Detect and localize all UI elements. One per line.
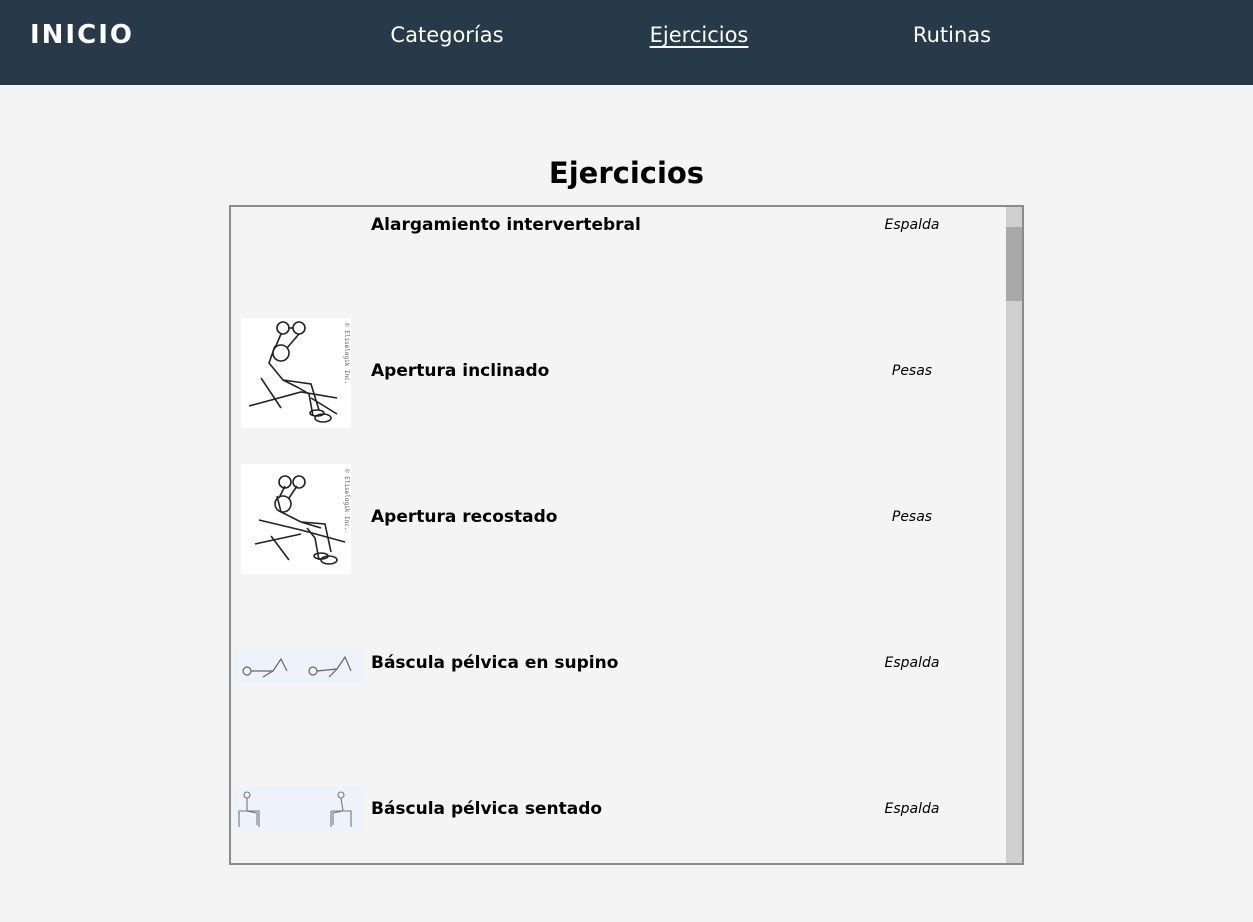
- exercise-name[interactable]: Báscula pélvica en supino: [371, 653, 618, 673]
- exercise-row[interactable]: © Eliselogik Inc. Apertura recostado Pes…: [231, 463, 1007, 609]
- exercise-category: Espalda: [884, 217, 940, 233]
- supine-pelvic-tilt-illustration: [242, 655, 352, 678]
- scrollbar-thumb[interactable]: [1006, 227, 1022, 301]
- vertical-scrollbar[interactable]: [1006, 207, 1022, 863]
- exercise-row[interactable]: © Eliselogik Inc. Apertura inclinado Pes…: [231, 317, 1007, 463]
- home-link[interactable]: INICIO: [30, 20, 134, 50]
- exercise-name[interactable]: Apertura inclinado: [371, 361, 549, 381]
- top-navbar: INICIO Categorías Ejercicios Rutinas: [0, 0, 1253, 85]
- exercise-row[interactable]: Báscula pélvica en supino Espalda: [231, 609, 1007, 755]
- exercise-category: Pesas: [891, 509, 933, 525]
- dumbbell-bench-illustration: © Eliselogik Inc.: [254, 469, 350, 565]
- dumbbell-incline-illustration: © Eliselogik Inc.: [248, 321, 350, 423]
- exercise-category: Espalda: [884, 801, 940, 817]
- exercise-name[interactable]: Apertura recostado: [371, 507, 557, 527]
- exercise-image: [233, 647, 361, 683]
- seated-pelvic-tilt-illustration: [238, 791, 352, 827]
- exercise-name[interactable]: Alargamiento intervertebral: [371, 215, 641, 235]
- nav-link-categorias[interactable]: Categorías: [357, 23, 537, 47]
- nav-link-ejercicios[interactable]: Ejercicios: [609, 23, 789, 47]
- exercise-image: [233, 787, 361, 831]
- exercise-list[interactable]: Alargamiento intervertebral Espalda © El…: [229, 205, 1024, 865]
- svg-text:© Eliselogik Inc.: © Eliselogik Inc.: [343, 323, 350, 384]
- exercise-row[interactable]: Báscula pélvica sentado Espalda: [231, 755, 1007, 863]
- exercise-category: Espalda: [884, 655, 940, 671]
- nav-link-rutinas[interactable]: Rutinas: [862, 23, 1042, 47]
- exercise-image: © Eliselogik Inc.: [241, 318, 351, 428]
- page-title: Ejercicios: [548, 156, 705, 190]
- exercise-name[interactable]: Báscula pélvica sentado: [371, 799, 602, 819]
- svg-text:© Eliselogik Inc.: © Eliselogik Inc.: [343, 469, 350, 530]
- exercise-category: Pesas: [891, 363, 933, 379]
- exercise-image: © Eliselogik Inc.: [241, 464, 351, 574]
